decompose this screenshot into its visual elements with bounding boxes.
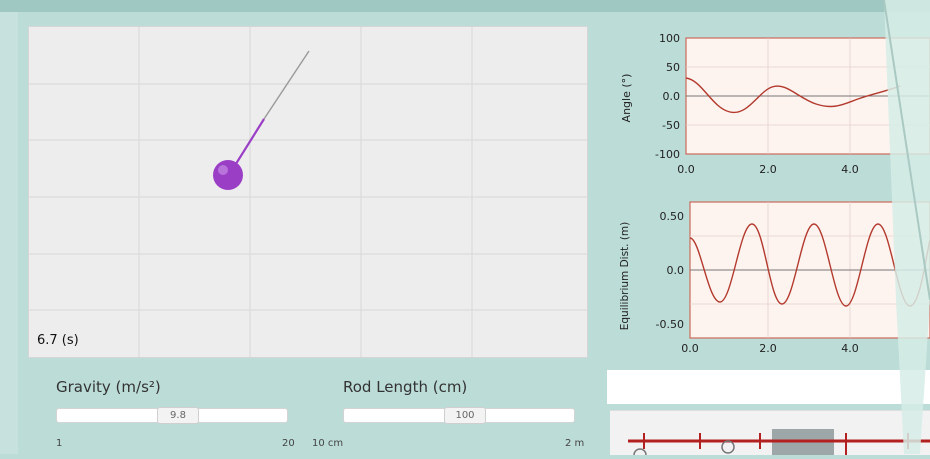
distance-y-tick-1: 0.0 bbox=[667, 264, 685, 277]
pendulum-bob[interactable] bbox=[213, 160, 243, 190]
angle-y-tick-1: 50 bbox=[666, 61, 680, 74]
rod-length-label: Rod Length (cm) bbox=[343, 378, 468, 396]
graphs-svg: 100 50 0.0 -50 -100 0.0 2.0 4.0 Angle (°… bbox=[619, 32, 930, 355]
rod-length-min-label: 10 cm bbox=[312, 438, 344, 449]
distance-y-label: Equilibrium Dist. (m) bbox=[619, 222, 631, 331]
angle-x-tick-0: 0.0 bbox=[677, 163, 695, 176]
angle-y-tick-3: -50 bbox=[662, 119, 680, 132]
ruler-widget[interactable] bbox=[610, 410, 930, 459]
pendulum-simulation-area[interactable]: 6.7 (s) bbox=[28, 26, 588, 358]
controls-panel: Gravity (m/s²) 9.8 1 20 Rod Length (cm) … bbox=[20, 372, 605, 454]
angle-x-tick-2: 4.0 bbox=[841, 163, 859, 176]
rod-length-max-label: 2 m bbox=[565, 438, 585, 449]
ruler-knob[interactable] bbox=[721, 440, 735, 454]
rod-length-slider[interactable]: 100 bbox=[343, 407, 575, 424]
simulation-grid bbox=[29, 27, 587, 357]
distance-y-tick-0: 0.50 bbox=[660, 210, 685, 223]
gravity-label: Gravity (m/s²) bbox=[56, 378, 161, 396]
rod-length-slider-handle[interactable]: 100 bbox=[444, 407, 486, 424]
time-readout: 6.7 (s) bbox=[37, 333, 79, 348]
ruler-end-knob[interactable] bbox=[633, 448, 647, 459]
distance-x-tick-2: 4.0 bbox=[841, 342, 859, 355]
pendulum-rod-upper bbox=[263, 50, 310, 120]
gravity-slider-handle[interactable]: 9.8 bbox=[157, 407, 199, 424]
top-border bbox=[0, 0, 930, 12]
gravity-slider[interactable]: 9.8 bbox=[56, 407, 288, 424]
distance-y-tick-2: -0.50 bbox=[656, 318, 684, 331]
ruler-svg bbox=[628, 429, 930, 459]
angle-y-tick-4: -100 bbox=[655, 148, 680, 161]
angle-x-tick-1: 2.0 bbox=[759, 163, 777, 176]
gravity-max-label: 20 bbox=[282, 438, 295, 449]
angle-y-tick-2: 0.0 bbox=[663, 90, 681, 103]
graph-toolbar-area bbox=[607, 370, 930, 404]
distance-x-tick-0: 0.0 bbox=[681, 342, 699, 355]
gravity-min-label: 1 bbox=[56, 438, 63, 449]
graph-panel: 100 50 0.0 -50 -100 0.0 2.0 4.0 Angle (°… bbox=[610, 26, 930, 366]
pendulum-bob-highlight bbox=[218, 165, 228, 175]
angle-y-label: Angle (°) bbox=[620, 74, 633, 123]
distance-x-tick-1: 2.0 bbox=[759, 342, 777, 355]
left-border bbox=[0, 12, 18, 454]
angle-y-tick-0: 100 bbox=[659, 32, 680, 45]
